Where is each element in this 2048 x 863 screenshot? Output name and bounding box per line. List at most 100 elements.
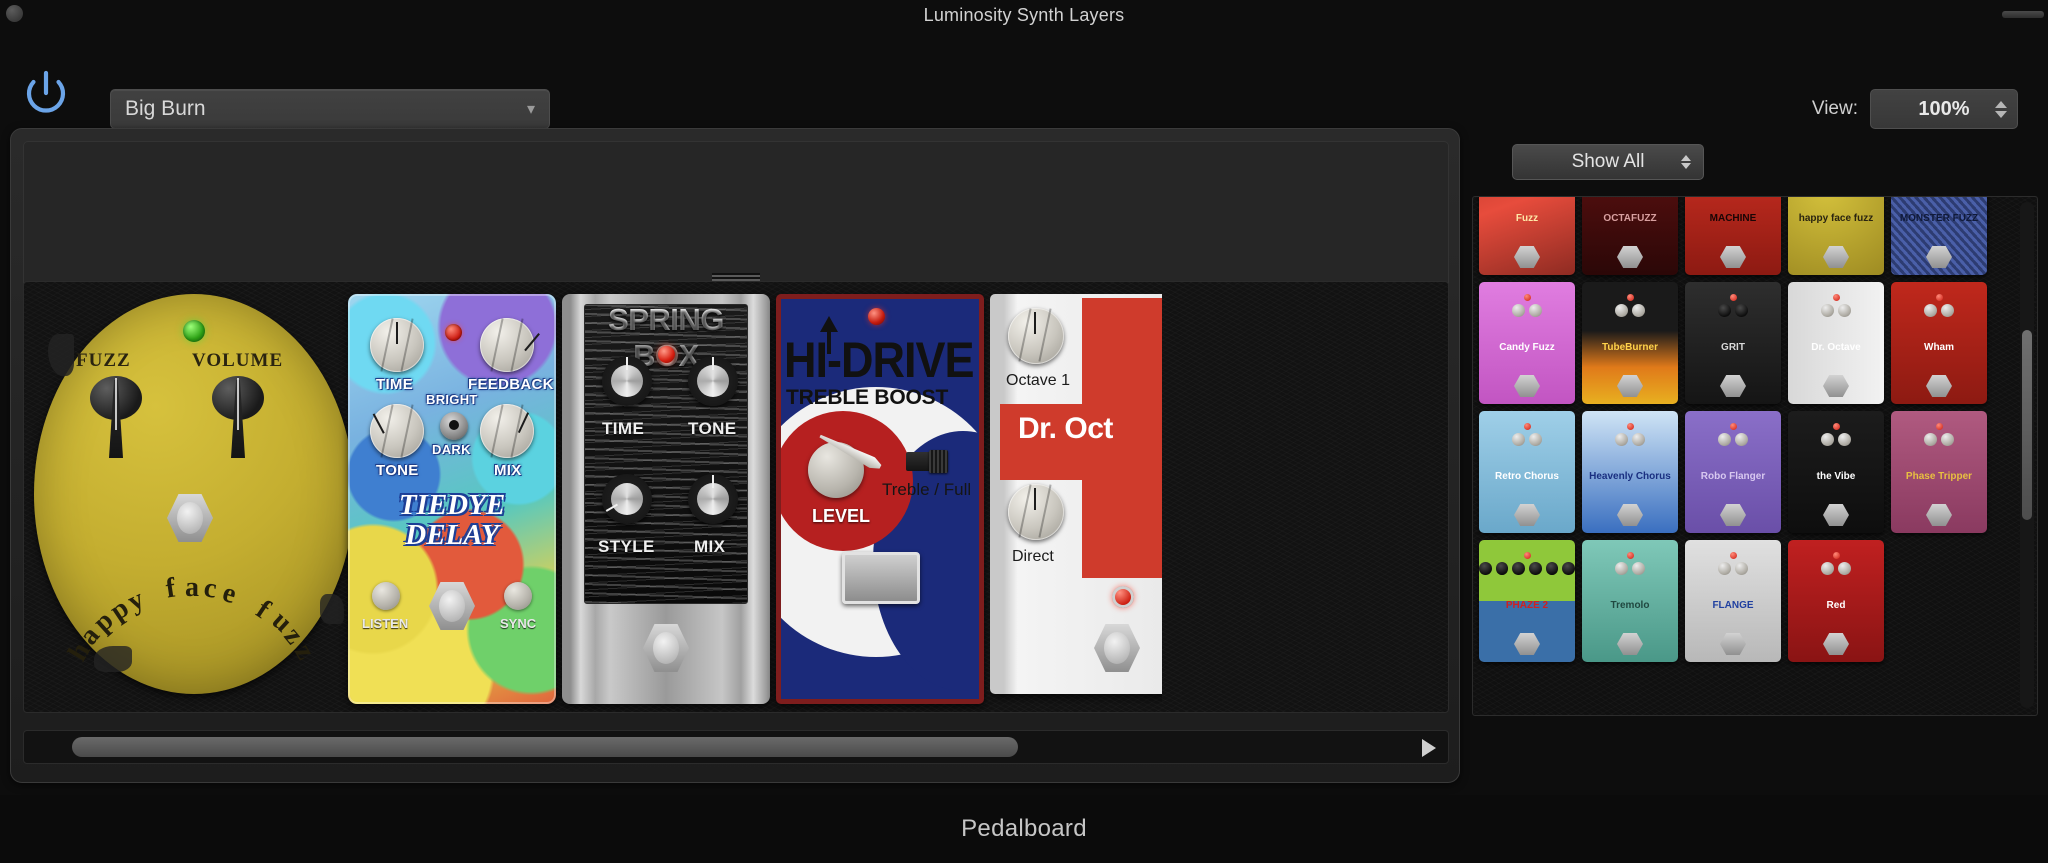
browser-pedal-droctave[interactable]: Dr. Octave bbox=[1788, 282, 1884, 404]
browser-pedal-octafuzz[interactable]: OCTAFUZZ bbox=[1582, 197, 1678, 275]
footswitch[interactable] bbox=[1823, 633, 1849, 655]
led-indicator bbox=[445, 324, 462, 341]
footswitch[interactable] bbox=[1926, 246, 1952, 268]
led-indicator bbox=[1627, 294, 1634, 301]
knob-label-feedback: FEEDBACK bbox=[468, 376, 554, 393]
pedal-tie-dye-delay[interactable]: TIME FEEDBACK BRIGHT DARK TONE MIX TIEDY… bbox=[348, 294, 556, 704]
led-indicator bbox=[1627, 423, 1634, 430]
paint-chip bbox=[320, 594, 344, 624]
footswitch[interactable] bbox=[1617, 633, 1643, 655]
thumbnail-knob bbox=[1735, 562, 1748, 575]
thumbnail-knobs bbox=[1685, 433, 1781, 446]
knob-tone[interactable] bbox=[370, 404, 424, 458]
knob-volume[interactable] bbox=[212, 376, 264, 462]
browser-pedal-happyface[interactable]: happy face fuzz bbox=[1788, 197, 1884, 275]
thumbnail-knobs bbox=[1891, 433, 1987, 446]
browser-grid-scroll[interactable]: Fuzz OCTAFUZZ MACHINE happy face fuzz MONSTE… bbox=[1472, 196, 2038, 716]
browser-pedal-machine[interactable]: MACHINE bbox=[1685, 197, 1781, 275]
browser-pedal-redbox[interactable]: Red bbox=[1788, 540, 1884, 662]
switch-label-bright: BRIGHT bbox=[426, 392, 478, 407]
browser-pedal-comic[interactable]: Fuzz bbox=[1479, 197, 1575, 275]
footswitch[interactable] bbox=[1720, 246, 1746, 268]
thumbnail-knobs bbox=[1479, 304, 1575, 317]
knob-time[interactable] bbox=[370, 318, 424, 372]
scrollbar-thumb[interactable] bbox=[2022, 330, 2032, 520]
browser-pedal-tremolo[interactable]: Tremolo bbox=[1582, 540, 1678, 662]
pedal-hi-drive[interactable]: HI-DRIVE TREBLE BOOST LEVEL Treble / Ful… bbox=[776, 294, 984, 704]
knob-time[interactable] bbox=[602, 356, 652, 406]
footswitch[interactable] bbox=[1720, 504, 1746, 526]
pedal-spring-box[interactable]: SPRING BOX TIME TONE STYLE MIX bbox=[562, 294, 770, 704]
footswitch[interactable] bbox=[1514, 246, 1540, 268]
footswitch[interactable] bbox=[1720, 375, 1746, 397]
browser-pedal-name: the Vibe bbox=[1816, 471, 1856, 482]
knob-direct[interactable] bbox=[1008, 484, 1064, 540]
pedal-browser: Show All Fuzz OCTAFUZZ MACHINE happy face f… bbox=[1472, 128, 2038, 783]
browser-pedal-name: Phase Tripper bbox=[1905, 471, 1973, 482]
footswitch[interactable] bbox=[1823, 504, 1849, 526]
footswitch[interactable] bbox=[842, 552, 920, 604]
browser-pedal-vibe[interactable]: the Vibe bbox=[1788, 411, 1884, 533]
browser-pedal-monster[interactable]: MONSTER FUZZ bbox=[1891, 197, 1987, 275]
footswitch[interactable] bbox=[1926, 375, 1952, 397]
preset-selector[interactable]: Big Burn ▾ bbox=[110, 89, 550, 129]
browser-filter-label: Show All bbox=[1571, 151, 1645, 172]
stepper-arrows-icon[interactable] bbox=[1995, 100, 2007, 118]
knob-sync[interactable] bbox=[504, 582, 532, 610]
knob-listen[interactable] bbox=[372, 582, 400, 610]
browser-pedal-robo[interactable]: Robo Flanger bbox=[1685, 411, 1781, 533]
knob-octave-1[interactable] bbox=[1008, 308, 1064, 364]
knob-fuzz[interactable] bbox=[90, 376, 142, 462]
footswitch[interactable] bbox=[1823, 246, 1849, 268]
footswitch[interactable] bbox=[1617, 375, 1643, 397]
footswitch[interactable] bbox=[1514, 633, 1540, 655]
view-control: View: 100% bbox=[1812, 89, 2018, 129]
thumbnail-knob bbox=[1924, 304, 1937, 317]
browser-pedal-phase[interactable]: Phase Tripper bbox=[1891, 411, 1987, 533]
footswitch[interactable] bbox=[1720, 633, 1746, 655]
browser-vertical-scrollbar[interactable] bbox=[2020, 202, 2034, 708]
footswitch[interactable] bbox=[1617, 246, 1643, 268]
knob-tone[interactable] bbox=[688, 356, 738, 406]
thumbnail-knob bbox=[1735, 304, 1748, 317]
browser-pedal-candy[interactable]: Candy Fuzz bbox=[1479, 282, 1575, 404]
footswitch[interactable] bbox=[1514, 504, 1540, 526]
knob-mix[interactable] bbox=[688, 474, 738, 524]
toggle-bright-dark[interactable] bbox=[440, 412, 468, 440]
scrollbar-thumb[interactable] bbox=[72, 737, 1018, 757]
browser-filter-dropdown[interactable]: Show All bbox=[1512, 144, 1704, 180]
browser-pedal-grit[interactable]: GRIT bbox=[1685, 282, 1781, 404]
thumbnail-knob bbox=[1838, 433, 1851, 446]
browser-pedal-flange[interactable]: FLANGE bbox=[1685, 540, 1781, 662]
switch-treble-full[interactable] bbox=[906, 450, 948, 473]
pedal-happy-face-fuzz[interactable]: FUZZ VOLUME happyfacefuzz bbox=[34, 294, 354, 704]
knob-feedback[interactable] bbox=[480, 318, 540, 372]
footswitch[interactable] bbox=[1617, 504, 1643, 526]
horizontal-scrollbar[interactable] bbox=[23, 730, 1449, 764]
knob-label-tone: TONE bbox=[376, 462, 419, 479]
routing-area[interactable] bbox=[23, 141, 1449, 289]
browser-pedal-tubeburner[interactable]: TubeBurner bbox=[1582, 282, 1678, 404]
pedal-dr-octave[interactable]: Octave 1 Dr. Oct Direct bbox=[990, 294, 1162, 704]
scroll-right-arrow-icon[interactable] bbox=[1422, 739, 1436, 757]
paint-chip bbox=[94, 646, 132, 672]
knob-style[interactable] bbox=[602, 474, 652, 524]
footer-bar: Pedalboard bbox=[0, 795, 2048, 863]
pedal-name-hi-drive: HI-DRIVE bbox=[784, 330, 975, 388]
resize-grip[interactable] bbox=[2002, 11, 2044, 18]
browser-pedal-retro[interactable]: Retro Chorus bbox=[1479, 411, 1575, 533]
stepper-arrows-icon[interactable] bbox=[1681, 155, 1691, 169]
browser-pedal-wham[interactable]: Wham bbox=[1891, 282, 1987, 404]
led-indicator bbox=[1730, 552, 1737, 559]
footswitch[interactable] bbox=[1823, 375, 1849, 397]
thumbnail-knob bbox=[1615, 433, 1628, 446]
footswitch[interactable] bbox=[1514, 375, 1540, 397]
footswitch[interactable] bbox=[1926, 504, 1952, 526]
browser-pedal-phaze[interactable]: PHAZE 2 bbox=[1479, 540, 1575, 662]
thumbnail-knob bbox=[1615, 562, 1628, 575]
view-zoom-stepper[interactable]: 100% bbox=[1870, 89, 2018, 129]
thumbnail-knob bbox=[1632, 433, 1645, 446]
power-icon[interactable] bbox=[20, 69, 72, 121]
browser-pedal-heavenly[interactable]: Heavenly Chorus bbox=[1582, 411, 1678, 533]
knob-mix[interactable] bbox=[480, 404, 534, 458]
